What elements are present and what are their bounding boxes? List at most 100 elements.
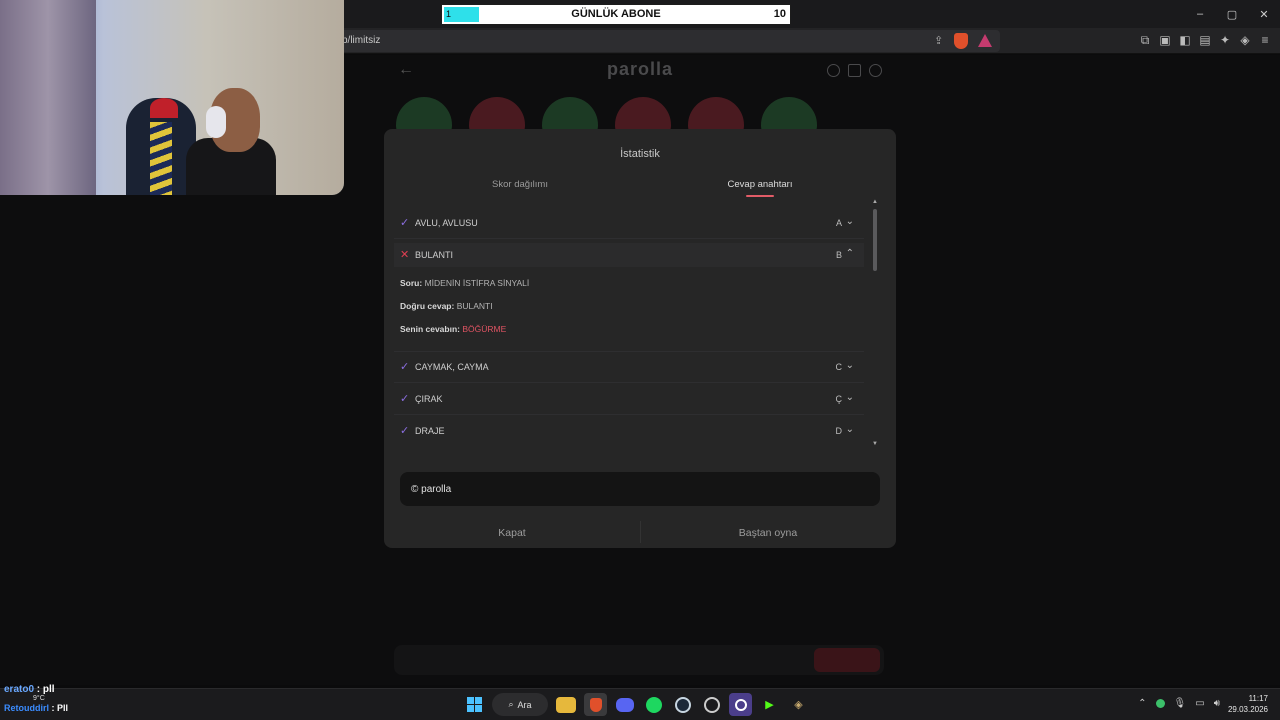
cross-icon: ✕ [400, 249, 410, 261]
weather-widget[interactable]: 9°C [33, 695, 45, 702]
check-icon: ✓ [400, 393, 410, 405]
taskbar-search[interactable]: ⌕ Ara [492, 693, 548, 716]
webcam-scarf [150, 122, 172, 195]
sub-goal-bar: 1 GÜNLÜK ABONE 10 [441, 4, 791, 25]
sidebar-icon[interactable]: ◧ [1178, 32, 1192, 48]
divider [394, 351, 864, 352]
network-icon[interactable]: ▭ [1195, 698, 1204, 709]
close-button[interactable]: Kapat [384, 527, 640, 539]
answer-row[interactable]: ✓ AVLU, AVLUSU A ⌄ [394, 211, 864, 235]
check-icon: ✓ [400, 217, 410, 229]
kick-icon[interactable]: ▶ [758, 693, 781, 716]
question-label: Soru: [400, 278, 423, 288]
copyright-text: © parolla [411, 484, 452, 495]
system-tray: ⌃ 🎙︎ ▭ 🔊︎ [1138, 698, 1220, 709]
chatgpt-icon[interactable] [700, 693, 723, 716]
answer-letter: A [835, 218, 842, 228]
stats-icon[interactable] [848, 64, 861, 77]
answer-bar [394, 645, 884, 675]
modal-title: İstatistik [620, 148, 660, 160]
profile-icon[interactable] [869, 64, 882, 77]
search-label: Ara [517, 699, 532, 710]
file-explorer-icon[interactable] [556, 696, 576, 713]
microphone-icon[interactable]: 🎙︎ [1174, 698, 1187, 709]
chevron-down-icon[interactable]: ⌄ [846, 392, 854, 403]
list-scrollbar[interactable]: ▲ ▼ [872, 199, 878, 451]
game-header: ← parolla [384, 55, 896, 89]
chat-message: erato0 : pll [4, 684, 55, 695]
tab-score-distribution[interactable]: Skor dağılımı [420, 179, 620, 190]
webcam-figurine-hat [150, 98, 178, 118]
league-icon[interactable]: ◈ [787, 693, 810, 716]
wallet-icon[interactable]: ▤ [1198, 32, 1212, 48]
scroll-up-icon[interactable]: ▲ [872, 199, 878, 205]
steam-icon[interactable] [671, 693, 694, 716]
answer-row[interactable]: ✓ ÇIRAK Ç ⌄ [394, 387, 864, 411]
chevron-up-icon[interactable]: ⌃ [846, 248, 854, 259]
start-button[interactable] [463, 693, 486, 716]
menu-icon[interactable]: ≡ [1258, 32, 1272, 48]
spotify-icon[interactable] [642, 693, 665, 716]
status-icon[interactable] [1155, 699, 1165, 708]
webcam-curtain [0, 0, 96, 195]
address-bar[interactable]: p/limitsiz ⇪ [330, 30, 1000, 52]
answer-label: ÇIRAK [415, 394, 443, 404]
check-icon: ✓ [400, 425, 410, 437]
correct-answer-text: BULANTI [456, 301, 493, 311]
answer-letter: C [835, 362, 843, 372]
answer-row[interactable]: ✓ CAYMAK, CAYMA C ⌄ [394, 355, 864, 379]
minimize-button[interactable]: – [1184, 0, 1216, 28]
sub-goal-target: 10 [773, 8, 786, 20]
clock-date: 29.03.2026 [1227, 705, 1268, 714]
scroll-thumb[interactable] [873, 209, 877, 271]
your-answer-label: Senin cevabın: [400, 324, 460, 334]
extensions-icon[interactable]: ⧉ [1138, 32, 1152, 48]
obs-icon[interactable] [729, 693, 752, 716]
chevron-down-icon[interactable]: ⌄ [846, 424, 854, 435]
browser-toolbar-icons: ⧉ ▣ ◧ ▤ ✦ ◈ ≡ [1138, 32, 1272, 48]
answer-row-expanded[interactable]: ✕ BULANTI B ⌃ [394, 243, 864, 267]
answer-label: CAYMAK, CAYMA [415, 362, 489, 372]
screenshot-icon[interactable]: ▣ [1158, 32, 1172, 48]
webcam-overlay [0, 0, 344, 195]
scroll-down-icon[interactable]: ▼ [872, 441, 878, 447]
tray-overflow-icon[interactable]: ⌃ [1138, 698, 1146, 709]
your-answer-detail: Senin cevabın: BÖĞÜRME [400, 324, 506, 334]
answer-label: DRAJE [415, 426, 445, 436]
headphone-icon [206, 106, 226, 138]
brave-rewards-icon[interactable] [978, 34, 992, 47]
answer-letter: Ç [835, 394, 843, 404]
answer-row[interactable]: ✓ DRAJE D ⌄ [394, 419, 864, 443]
answer-key-list: ✓ AVLU, AVLUSU A ⌄ ✕ BULANTI B ⌃ Soru: M… [394, 209, 864, 449]
answer-letter: D [835, 426, 843, 436]
answer-letter: B [835, 250, 842, 260]
info-icon[interactable] [827, 64, 840, 77]
window-controls: – ▢ ✕ [1184, 0, 1280, 28]
taskbar-clock[interactable]: 11:17 29.03.2026 [1228, 693, 1268, 715]
restart-button[interactable]: Baştan oyna [640, 527, 896, 539]
vpn-icon[interactable]: ◈ [1238, 32, 1252, 48]
screen: – ▢ ✕ p/limitsiz ⇪ ⧉ ▣ ◧ ▤ ✦ ◈ ≡ ← parol… [0, 0, 1280, 720]
chevron-down-icon[interactable]: ⌄ [846, 216, 854, 227]
share-icon[interactable]: ⇪ [934, 34, 948, 48]
brave-icon[interactable] [584, 693, 607, 716]
question-detail: Soru: MİDENİN İSTİFRA SİNYALİ [400, 278, 529, 288]
brave-shields-icon[interactable] [954, 33, 968, 49]
close-window-button[interactable]: ✕ [1248, 0, 1280, 28]
windows-icon [467, 697, 482, 712]
question-text: MİDENİN İSTİFRA SİNYALİ [424, 278, 530, 288]
divider [394, 382, 864, 383]
active-tab-indicator [746, 195, 774, 197]
url-text[interactable]: p/limitsiz [342, 35, 380, 46]
game-logo: parolla [606, 59, 674, 79]
maximize-button[interactable]: ▢ [1216, 0, 1248, 28]
tab-answer-key[interactable]: Cevap anahtarı [660, 179, 860, 190]
chat-username: Retouddirl [4, 703, 49, 713]
leo-icon[interactable]: ✦ [1218, 32, 1232, 48]
volume-icon[interactable]: 🔊︎ [1214, 698, 1220, 709]
chevron-down-icon[interactable]: ⌄ [846, 360, 854, 371]
correct-answer-detail: Doğru cevap: BULANTI [400, 301, 493, 311]
divider [394, 414, 864, 415]
discord-icon[interactable] [613, 693, 636, 716]
submit-answer-button[interactable] [814, 648, 880, 672]
